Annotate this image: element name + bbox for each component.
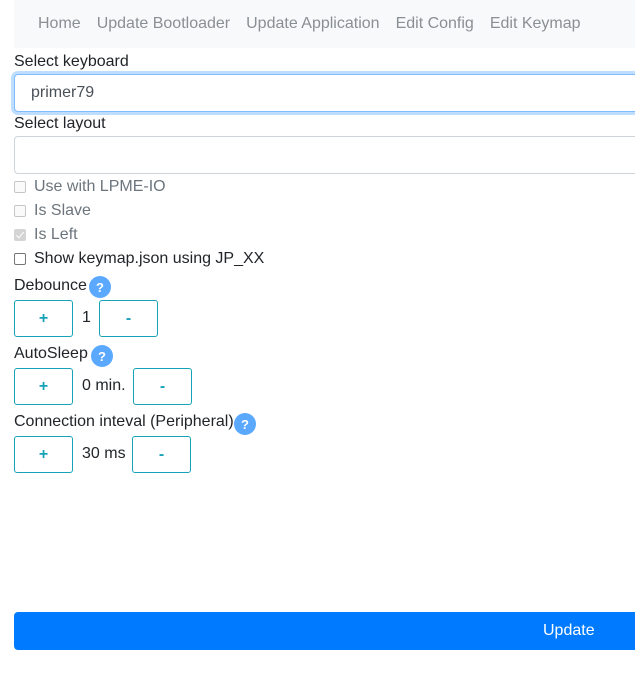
nav-edit-config[interactable]: Edit Config <box>396 15 474 33</box>
option-lpme-io: Use with LPME-IO <box>14 178 166 196</box>
update-button-label: Update <box>543 622 595 639</box>
autosleep-label: AutoSleep <box>14 345 88 362</box>
is-slave-checkbox[interactable] <box>14 205 26 217</box>
lpme-io-checkbox[interactable] <box>14 181 26 193</box>
autosleep-minus-button[interactable]: - <box>133 368 192 405</box>
is-left-label: Is Left <box>34 226 78 243</box>
is-left-checkbox[interactable] <box>14 229 26 241</box>
debounce-plus-button[interactable]: + <box>14 300 73 337</box>
debounce-help-icon[interactable]: ? <box>89 276 111 298</box>
interval-minus-button[interactable]: - <box>132 436 191 473</box>
interval-plus-button[interactable]: + <box>14 436 73 473</box>
keyboard-select-value: primer79 <box>31 84 95 101</box>
lpme-io-label: Use with LPME-IO <box>34 178 166 195</box>
nav-update-application[interactable]: Update Application <box>246 15 379 33</box>
interval-value: 30 ms <box>82 445 126 462</box>
select-keyboard-label: Select keyboard <box>14 53 129 70</box>
autosleep-value: 0 min. <box>82 377 126 394</box>
autosleep-plus-button[interactable]: + <box>14 368 73 405</box>
interval-label: Connection inteval (Peripheral) <box>14 413 234 430</box>
show-keymap-jp-label: Show keymap.json using JP_XX <box>34 250 265 267</box>
layout-select[interactable] <box>14 136 635 174</box>
show-keymap-jp-checkbox[interactable] <box>14 253 26 265</box>
option-is-slave: Is Slave <box>14 202 91 220</box>
debounce-value: 1 <box>82 309 91 326</box>
nav-edit-keymap[interactable]: Edit Keymap <box>490 15 581 33</box>
option-show-keymap-jp: Show keymap.json using JP_XX <box>14 250 264 268</box>
is-slave-label: Is Slave <box>34 202 91 219</box>
debounce-label: Debounce <box>14 277 87 294</box>
interval-help-icon[interactable]: ? <box>234 413 256 435</box>
update-button[interactable]: Update <box>14 612 635 650</box>
option-is-left: Is Left <box>14 226 78 244</box>
autosleep-help-icon[interactable]: ? <box>91 345 113 367</box>
nav-update-bootloader[interactable]: Update Bootloader <box>97 15 230 33</box>
navbar: Home Update Bootloader Update Applicatio… <box>14 0 635 48</box>
select-layout-label: Select layout <box>14 115 106 132</box>
nav-home[interactable]: Home <box>38 15 81 33</box>
keyboard-select[interactable]: primer79 <box>14 74 635 112</box>
debounce-minus-button[interactable]: - <box>99 300 158 337</box>
